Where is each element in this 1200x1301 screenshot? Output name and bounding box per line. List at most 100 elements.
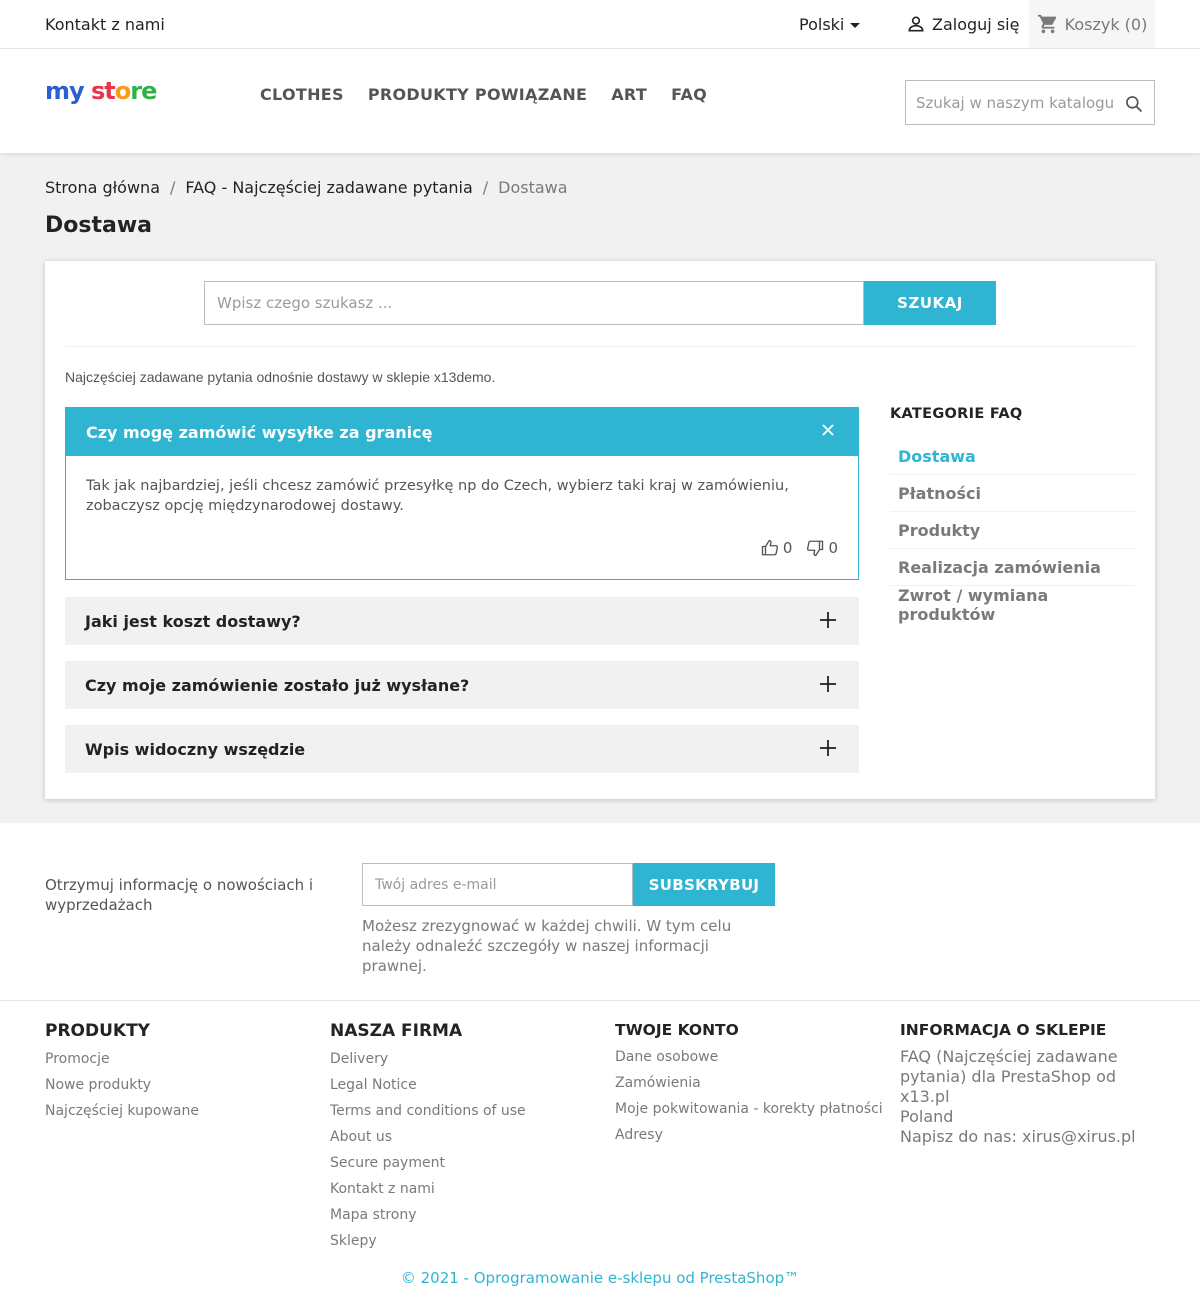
faq-search-form: SZUKAJ [204, 281, 996, 325]
category-item-returns[interactable]: Zwrot / wymiana produktów [890, 586, 1135, 624]
faq-item-collapsed[interactable]: Czy moje zamówienie zostało już wysłane? [65, 661, 859, 709]
faq-categories: KATEGORIE FAQ Dostawa Płatności Produkty… [890, 406, 1135, 624]
language-label: Polski [799, 15, 845, 34]
header: my store CLOTHES PRODUKTY POWIĄZANE ART … [0, 49, 1200, 153]
breadcrumb-faq[interactable]: FAQ - Najczęściej zadawane pytania [185, 178, 472, 197]
breadcrumb: Strona główna / FAQ - Najczęściej zadawa… [45, 178, 568, 197]
close-icon[interactable] [820, 422, 836, 438]
footer-link[interactable]: Sklepy [330, 1231, 526, 1257]
store-info-country: Poland [900, 1107, 954, 1126]
email-field[interactable] [362, 863, 633, 906]
footer-store-info: INFORMACJA O SKLEPIE FAQ (Najczęściej za… [900, 1021, 1160, 1147]
faq-intro: Najczęściej zadawane pytania odnośnie do… [65, 369, 496, 385]
upvote-button[interactable]: 0 [761, 539, 793, 557]
divider [65, 346, 1135, 347]
caret-down-icon [850, 22, 861, 28]
logo-text-4: re [130, 77, 157, 105]
footer: PRODUKTY Promocje Nowe produkty Najczęśc… [0, 1000, 1200, 1301]
breadcrumb-separator: / [170, 178, 176, 197]
catalog-search [905, 80, 1155, 125]
main-nav: CLOTHES PRODUKTY POWIĄZANE ART FAQ [260, 85, 707, 104]
catalog-search-input[interactable] [906, 81, 1116, 124]
category-item-order-fulfillment[interactable]: Realizacja zamówienia [890, 549, 1135, 586]
login-link[interactable]: Zaloguj się [906, 14, 1019, 34]
newsletter-section: Otrzymuj informację o nowościach i wyprz… [0, 823, 1200, 1001]
faq-question: Czy mogę zamówić wysyłke za granicę [86, 422, 433, 442]
breadcrumb-home[interactable]: Strona główna [45, 178, 160, 197]
footer-link[interactable]: Najczęściej kupowane [45, 1101, 199, 1127]
top-bar: Kontakt z nami Polski Zaloguj się Koszyk… [0, 0, 1200, 49]
page-title: Dostawa [45, 213, 153, 238]
search-icon[interactable] [1124, 94, 1144, 114]
faq-question: Jaki jest koszt dostawy? [85, 611, 301, 631]
faq-categories-title: KATEGORIE FAQ [890, 406, 1023, 422]
category-item-payments[interactable]: Płatności [890, 475, 1135, 512]
faq-question-header[interactable]: Czy mogę zamówić wysyłke za granicę [66, 408, 858, 456]
logo-text-3: o [114, 77, 131, 105]
breadcrumb-separator: / [482, 178, 489, 197]
user-icon [908, 16, 924, 32]
store-info-text: FAQ (Najczęściej zadawane pytania) dla P… [900, 1047, 1118, 1106]
faq-search-button[interactable]: SZUKAJ [864, 281, 996, 325]
thumbs-up-icon [761, 539, 778, 556]
subscribe-button[interactable]: SUBSKRYBUJ [633, 863, 775, 906]
plus-icon[interactable] [819, 611, 837, 629]
footer-link[interactable]: Dane osobowe [615, 1047, 883, 1073]
logo-text-1: my [45, 77, 85, 105]
nav-item-clothes[interactable]: CLOTHES [260, 85, 344, 104]
footer-account: TWOJE KONTO Dane osobowe Zamówienia Moje… [615, 1021, 883, 1151]
faq-question: Czy moje zamówienie zostało już wysłane? [85, 675, 470, 695]
footer-link[interactable]: Mapa strony [330, 1205, 526, 1231]
faq-item-collapsed[interactable]: Wpis widoczny wszędzie [65, 725, 859, 773]
footer-link[interactable]: Terms and conditions of use [330, 1101, 526, 1127]
contact-link[interactable]: Kontakt z nami [45, 15, 165, 34]
cart-button[interactable]: Koszyk (0) [1029, 0, 1155, 48]
breadcrumb-current: Dostawa [498, 178, 568, 197]
footer-link[interactable]: Adresy [615, 1125, 883, 1151]
plus-icon[interactable] [819, 739, 837, 757]
footer-link[interactable]: Legal Notice [330, 1075, 526, 1101]
faq-item-open: Czy mogę zamówić wysyłke za granicę Tak … [65, 407, 859, 580]
footer-store-info-title: INFORMACJA O SKLEPIE [900, 1021, 1107, 1039]
downvote-count: 0 [828, 539, 838, 557]
footer-products: PRODUKTY Promocje Nowe produkty Najczęśc… [45, 1021, 199, 1127]
nav-item-art[interactable]: ART [611, 85, 647, 104]
footer-link[interactable]: Delivery [330, 1049, 526, 1075]
cart-label: Koszyk (0) [1064, 14, 1148, 34]
footer-link[interactable]: Nowe produkty [45, 1075, 199, 1101]
faq-item-collapsed[interactable]: Jaki jest koszt dostawy? [65, 597, 859, 645]
language-selector[interactable]: Polski [799, 15, 861, 34]
footer-link[interactable]: Kontakt z nami [330, 1179, 526, 1205]
cart-icon [1037, 14, 1056, 34]
plus-icon[interactable] [819, 675, 837, 693]
footer-products-title: PRODUKTY [45, 1021, 150, 1041]
newsletter-form: SUBSKRYBUJ [362, 863, 775, 906]
copyright-link[interactable]: © 2021 - Oprogramowanie e-sklepu od Pres… [0, 1269, 1200, 1287]
faq-answer: Tak jak najbardziej, jeśli chcesz zamówi… [86, 478, 789, 514]
newsletter-text: Otrzymuj informację o nowościach i wyprz… [45, 876, 314, 914]
footer-company: NASZA FIRMA Delivery Legal Notice Terms … [330, 1021, 526, 1257]
store-logo[interactable]: my store [45, 77, 157, 105]
faq-search-input[interactable] [204, 281, 864, 325]
thumbs-down-icon [807, 540, 824, 557]
upvote-count: 0 [782, 539, 793, 557]
nav-item-related-products[interactable]: PRODUKTY POWIĄZANE [368, 85, 587, 104]
vote-controls: 0 0 [761, 539, 838, 557]
login-label: Zaloguj się [932, 14, 1020, 34]
newsletter-note: Możesz zrezygnować w każdej chwili. W ty… [362, 917, 732, 975]
store-info-email: Napisz do nas: xirus@xirus.pl [900, 1127, 1136, 1146]
footer-company-title: NASZA FIRMA [330, 1021, 463, 1041]
footer-account-title: TWOJE KONTO [615, 1021, 739, 1039]
downvote-button[interactable]: 0 [806, 539, 838, 557]
footer-link[interactable]: About us [330, 1127, 526, 1153]
footer-link[interactable]: Secure payment [330, 1153, 526, 1179]
faq-card: SZUKAJ Najczęściej zadawane pytania odno… [45, 261, 1155, 799]
category-item-delivery[interactable]: Dostawa [890, 438, 1135, 475]
footer-link[interactable]: Promocje [45, 1049, 199, 1075]
nav-item-faq[interactable]: FAQ [671, 85, 707, 104]
footer-link[interactable]: Zamówienia [615, 1073, 883, 1099]
footer-link[interactable]: Moje pokwitowania - korekty płatności [615, 1099, 883, 1125]
main-wrapper: Strona główna / FAQ - Najczęściej zadawa… [0, 153, 1200, 823]
logo-text-2: st [91, 77, 116, 105]
category-item-products[interactable]: Produkty [890, 512, 1135, 549]
